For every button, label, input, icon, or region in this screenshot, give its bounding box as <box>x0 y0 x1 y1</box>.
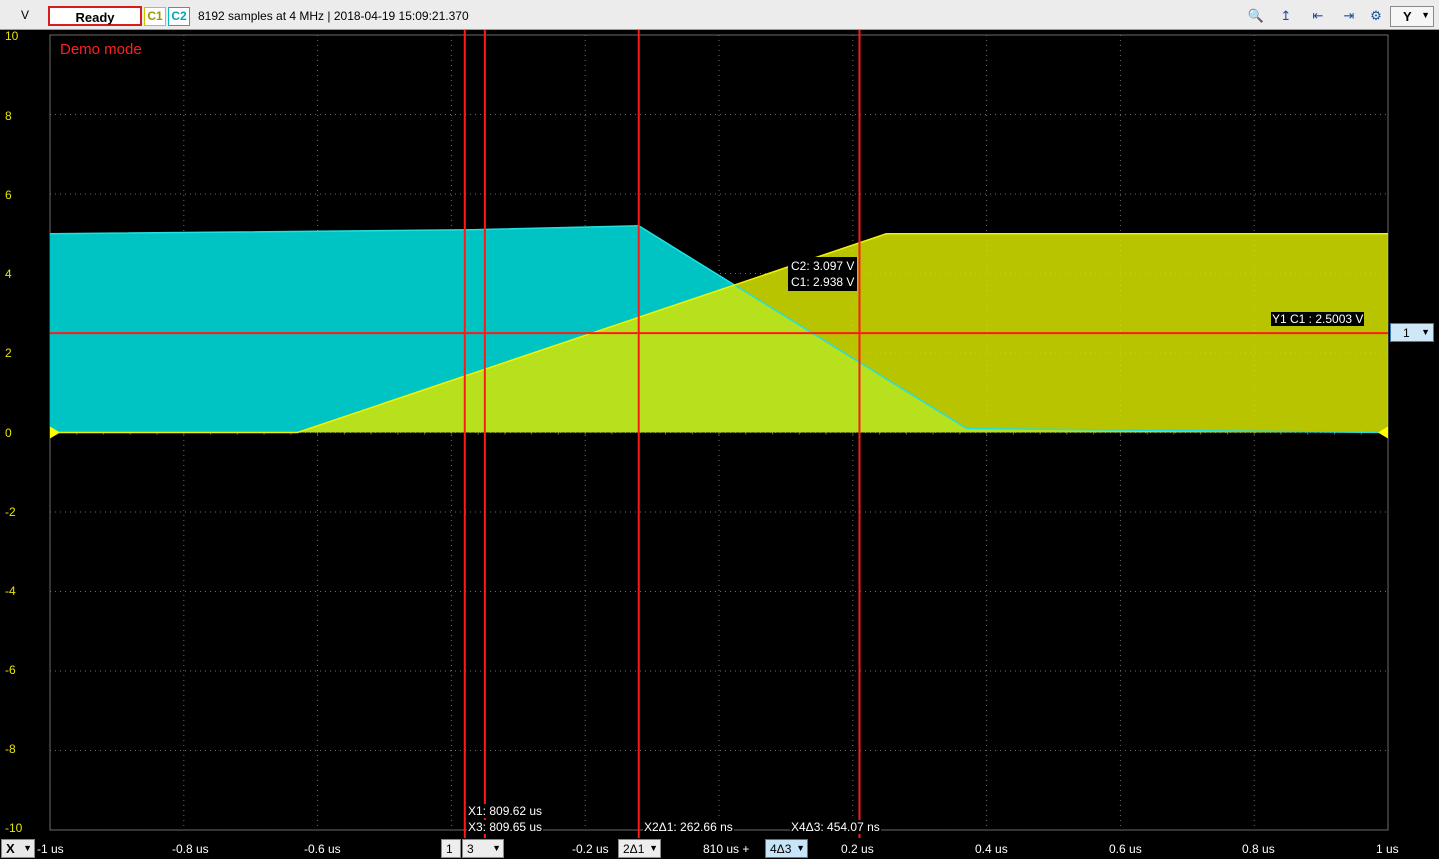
settings-icon[interactable]: ⚙ <box>1366 7 1386 25</box>
y-tick: -8 <box>5 742 16 756</box>
cursor-y1-readout: Y1 C1 : 2.5003 V <box>1271 312 1365 326</box>
cursor-xy-icon[interactable]: ⇥ <box>1339 7 1359 25</box>
y-tick: -2 <box>5 505 16 519</box>
x-tick: 0.8 us <box>1242 842 1275 856</box>
y-tick: 4 <box>5 267 12 281</box>
x-tick: 1 us <box>1376 842 1399 856</box>
x-tick: -0.6 us <box>304 842 341 856</box>
acquisition-info: 8192 samples at 4 MHz | 2018-04-19 15:09… <box>198 9 469 23</box>
chevron-down-icon: ▼ <box>649 843 658 853</box>
chevron-down-icon: ▼ <box>796 843 805 853</box>
cursor-x2d1-readout: X2Δ1: 262.66 ns <box>643 820 734 834</box>
x-origin-label: 810 us + <box>703 842 750 856</box>
status-button[interactable]: Ready <box>48 6 142 26</box>
chevron-down-icon: ▼ <box>23 843 32 853</box>
x-tick: 0.4 us <box>975 842 1008 856</box>
y-tick: 8 <box>5 109 12 123</box>
zoom-icon[interactable]: 🔍 <box>1246 7 1266 25</box>
demo-mode-label: Demo mode <box>60 41 142 58</box>
y-cursor-selector[interactable]: 1 ▼ <box>1390 323 1434 342</box>
cursor-selector-2d1[interactable]: 2Δ1 ▼ <box>618 839 661 858</box>
cursor-selector-4d3[interactable]: 4Δ3 ▼ <box>765 839 808 858</box>
channel-c2-button[interactable]: C2 <box>168 7 190 26</box>
x-tick: -1 us <box>37 842 64 856</box>
y-tick: 2 <box>5 346 12 360</box>
cursor-x1-readout: X1: 809.62 us <box>467 804 544 818</box>
x-tick: 0.2 us <box>841 842 874 856</box>
tooltip-c1: C1: 2.938 V <box>791 275 855 289</box>
y-tick: 6 <box>5 188 12 202</box>
cursor-x-icon[interactable]: ↥ <box>1276 7 1296 25</box>
x-tick: -0.2 us <box>572 842 609 856</box>
cursor-x3-readout: X3: 809.65 us <box>467 820 544 834</box>
y-tick: 10 <box>5 29 19 43</box>
toolbar: V Ready C1 C2 8192 samples at 4 MHz | 20… <box>0 0 1439 30</box>
chevron-down-icon: ▼ <box>1421 10 1430 20</box>
x-axis-button[interactable]: X ▼ <box>1 839 35 858</box>
y-tick: 0 <box>5 426 12 440</box>
y-unit-label: V <box>21 8 30 22</box>
x-tick: 0.6 us <box>1109 842 1142 856</box>
cursor-selector-3[interactable]: 3 ▼ <box>462 839 504 858</box>
cursor-y-icon[interactable]: ⇤ <box>1308 7 1328 25</box>
y-tick: -6 <box>5 663 16 677</box>
y-tick: -4 <box>5 584 16 598</box>
tooltip-c2: C2: 3.097 V <box>791 259 855 273</box>
value-tooltip: C2: 3.097 V C1: 2.938 V <box>788 257 858 291</box>
cursor-x4d3-readout: X4Δ3: 454.07 ns <box>790 820 881 834</box>
scope-plot[interactable] <box>0 0 1439 859</box>
channel-c1-button[interactable]: C1 <box>144 7 166 26</box>
chevron-down-icon: ▼ <box>492 843 501 853</box>
y-axis-button[interactable]: Y ▼ <box>1390 6 1434 27</box>
x-tick: -0.8 us <box>172 842 209 856</box>
cursor-selector-1[interactable]: 1 <box>441 839 461 858</box>
chevron-down-icon: ▼ <box>1421 327 1430 337</box>
y-tick: -10 <box>5 821 23 835</box>
